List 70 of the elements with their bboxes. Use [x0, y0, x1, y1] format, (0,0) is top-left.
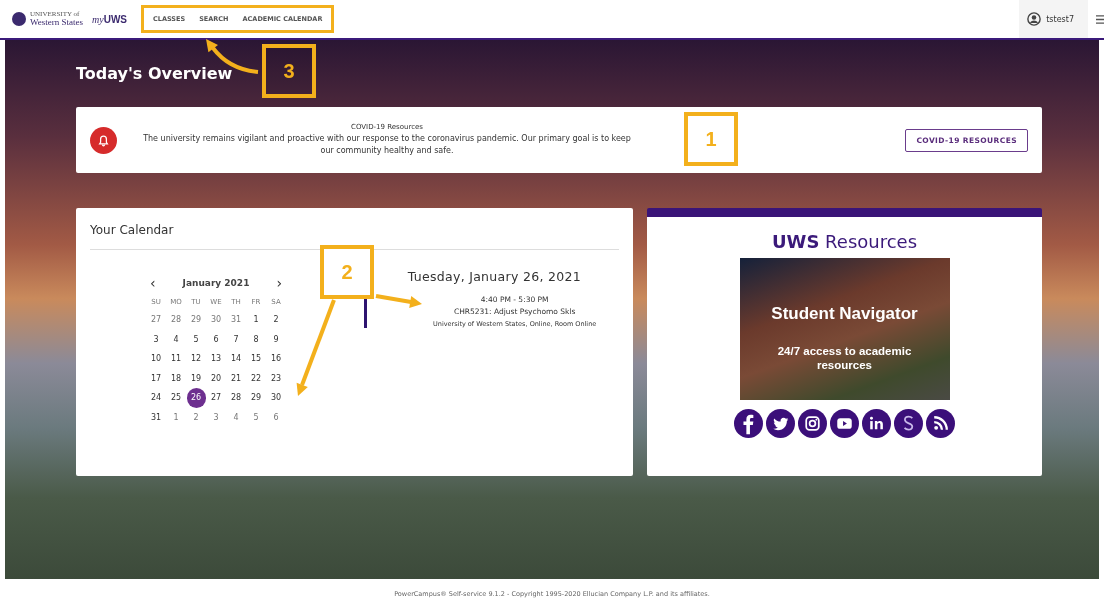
- month-label: January 2021: [182, 278, 250, 288]
- calendar-day[interactable]: 8: [246, 329, 266, 349]
- calendar-day[interactable]: 20: [206, 368, 226, 388]
- calendar-day[interactable]: 5: [186, 329, 206, 349]
- twitter-icon[interactable]: [766, 409, 795, 438]
- calendar-day[interactable]: 28: [226, 388, 246, 408]
- calendar-day[interactable]: 19: [186, 368, 206, 388]
- callout-number: 1: [684, 112, 738, 166]
- app-name: myUWS: [92, 13, 128, 25]
- calendar-day[interactable]: 31: [146, 407, 166, 427]
- student-navigator-banner[interactable]: Student Navigator 24/7 access to academic resources: [739, 258, 950, 400]
- calendar-day[interactable]: 5: [246, 407, 266, 427]
- logo-name: Western States: [30, 18, 83, 27]
- calendar-day[interactable]: 30: [266, 388, 286, 408]
- day-heading: Tuesday, January 26, 2021: [407, 269, 581, 284]
- annotation-arrow: [375, 294, 422, 308]
- calendar-day[interactable]: 2: [266, 310, 286, 330]
- calendar-day[interactable]: 10: [146, 349, 166, 369]
- page-title: Today's Overview: [76, 64, 233, 83]
- instagram-icon[interactable]: [798, 409, 827, 438]
- banner-subtitle: 24/7 access to academic resources: [776, 344, 913, 372]
- menu-icon[interactable]: [1096, 13, 1104, 25]
- calendar-day[interactable]: 16: [266, 349, 286, 369]
- calendar-day[interactable]: 9: [266, 329, 286, 349]
- resources-title: UWS Resources: [771, 231, 918, 252]
- linkedin-icon[interactable]: [862, 409, 891, 438]
- callout-number: 2: [320, 245, 374, 299]
- bell-icon: [90, 126, 117, 154]
- calendar-day[interactable]: 29: [186, 310, 206, 330]
- calendar-day[interactable]: 18: [166, 368, 186, 388]
- youtube-icon[interactable]: [830, 409, 859, 438]
- alert-message: The university remains vigilant and proactive with our response to the coronavirus pandemic. Our primary goal is to keep our community healthy and safe.: [142, 133, 632, 157]
- calendar-day[interactable]: 2: [186, 407, 206, 427]
- calendar-day[interactable]: 25: [166, 388, 186, 408]
- calendar-day[interactable]: 6: [266, 407, 286, 427]
- banner-title: Student Navigator: [771, 304, 918, 324]
- calendar-day[interactable]: 23: [266, 368, 286, 388]
- seal-icon: [12, 12, 26, 26]
- calendar-day[interactable]: 3: [146, 329, 166, 349]
- calendar-day[interactable]: 11: [166, 349, 186, 369]
- user-menu[interactable]: tstest7: [1019, 0, 1088, 38]
- callout-number: 3: [262, 44, 316, 98]
- calendar-day[interactable]: 24: [146, 388, 166, 408]
- calendar-day[interactable]: 1: [246, 310, 266, 330]
- calendar-day[interactable]: 14: [226, 349, 246, 369]
- previous-month-button[interactable]: ‹: [150, 276, 156, 290]
- calendar-day[interactable]: 31: [226, 310, 246, 330]
- calendar-day[interactable]: 21: [226, 368, 246, 388]
- calendar-day[interactable]: 1: [166, 407, 186, 427]
- calendar-day[interactable]: 28: [166, 310, 186, 330]
- calendar-day[interactable]: 15: [246, 349, 266, 369]
- calendar-day[interactable]: 3: [206, 407, 226, 427]
- calendar-day[interactable]: 4: [166, 329, 186, 349]
- calendar-day[interactable]: 13: [206, 349, 226, 369]
- calendar-day[interactable]: 6: [206, 329, 226, 349]
- calendar-day[interactable]: 29: [246, 388, 266, 408]
- s-logo-icon[interactable]: [894, 409, 923, 438]
- calendar-day[interactable]: 4: [226, 407, 246, 427]
- calendar-day[interactable]: 30: [206, 310, 226, 330]
- calendar-day[interactable]: 22: [246, 368, 266, 388]
- calendar-day[interactable]: 27: [146, 310, 166, 330]
- calendar-day[interactable]: 12: [186, 349, 206, 369]
- facebook-icon[interactable]: [734, 409, 763, 438]
- user-icon: [1027, 12, 1042, 26]
- calendar-day[interactable]: 27: [206, 388, 226, 408]
- calendar-day[interactable]: 7: [226, 329, 246, 349]
- rss-icon[interactable]: [926, 409, 955, 438]
- calendar-day[interactable]: 26: [186, 388, 206, 408]
- next-month-button[interactable]: ›: [276, 276, 282, 290]
- calendar-day[interactable]: 17: [146, 368, 166, 388]
